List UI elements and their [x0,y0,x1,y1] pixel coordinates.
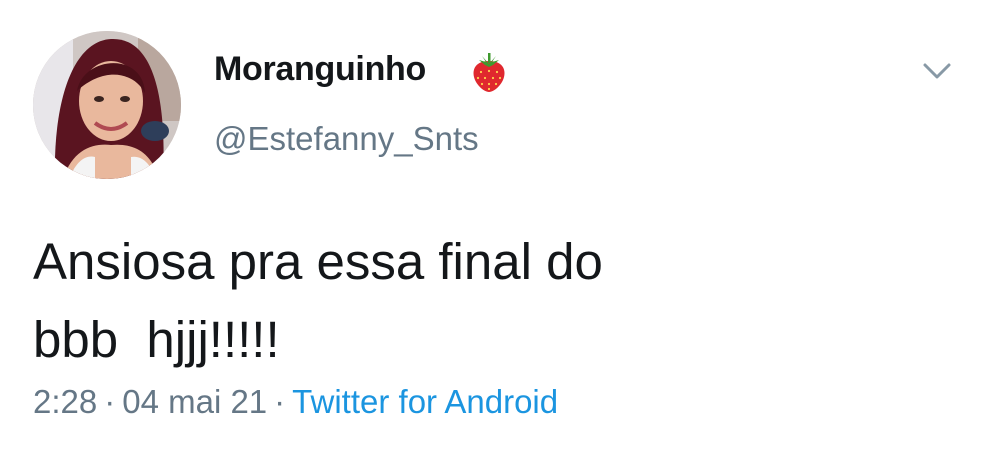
tweet-date[interactable]: 04 mai 21 [122,383,267,420]
tweet-source-link[interactable]: Twitter for Android [292,383,558,420]
tweet-text: Ansiosa pra essa final do bbb hjjj!!!!! [33,233,603,368]
avatar[interactable] [33,31,181,179]
avatar-photo [33,31,181,179]
tweet-card: Moranguinho @Estefanny_Snts Ansiosa pra … [0,0,984,456]
strawberry-emoji [470,51,508,93]
meta-separator: · [274,383,286,420]
tweet-time[interactable]: 2:28 [33,383,97,420]
user-handle[interactable]: @Estefanny_Snts [214,120,479,158]
chevron-down-icon[interactable] [920,58,954,84]
tweet-meta: 2:28 · 04 mai 21 · Twitter for Android [33,383,558,421]
display-name[interactable]: Moranguinho [214,50,426,89]
meta-separator: · [104,383,116,420]
